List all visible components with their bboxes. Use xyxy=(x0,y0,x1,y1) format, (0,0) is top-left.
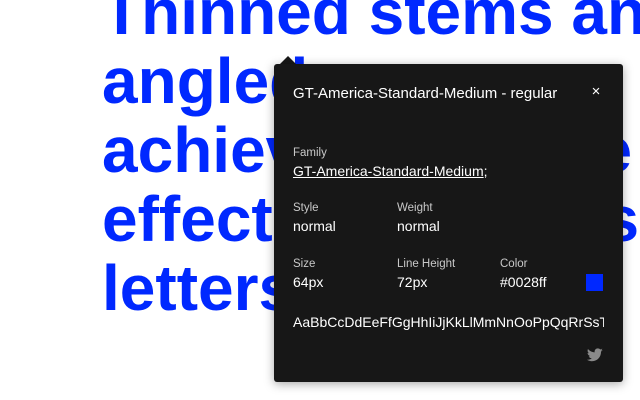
share-twitter-button[interactable] xyxy=(586,348,603,362)
close-icon: × xyxy=(591,83,601,100)
size-label: Size xyxy=(293,258,316,270)
family-suffix: ; xyxy=(483,163,488,179)
family-link[interactable]: GT-America-Standard-Medium xyxy=(293,163,484,179)
weight-value: normal xyxy=(397,218,440,234)
specimen-line: Thinned stems and xyxy=(102,0,640,48)
font-inspector-panel: GT-America-Standard-Medium - regular × F… xyxy=(274,64,623,382)
color-swatch xyxy=(586,274,603,291)
popover-pointer xyxy=(280,56,296,64)
family-label: Family xyxy=(293,147,327,159)
color-label: Color xyxy=(500,258,528,270)
line-height-value: 72px xyxy=(397,274,428,290)
glyph-preview: AaBbCcDdEeFfGgHhIiJjKkLlMmNnOoPpQqRrSsTt… xyxy=(293,314,604,330)
page: Thinned stems and angled spurs achieve t… xyxy=(0,0,640,400)
style-label: Style xyxy=(293,202,319,214)
family-value: GT-America-Standard-Medium; xyxy=(293,162,488,180)
weight-label: Weight xyxy=(397,202,433,214)
size-value: 64px xyxy=(293,274,324,290)
line-height-label: Line Height xyxy=(397,258,456,270)
style-value: normal xyxy=(293,218,336,234)
font-title: GT-America-Standard-Medium - regular xyxy=(293,85,558,102)
twitter-icon xyxy=(586,348,603,362)
close-button[interactable]: × xyxy=(586,82,606,102)
color-value: #0028ff xyxy=(500,274,547,290)
